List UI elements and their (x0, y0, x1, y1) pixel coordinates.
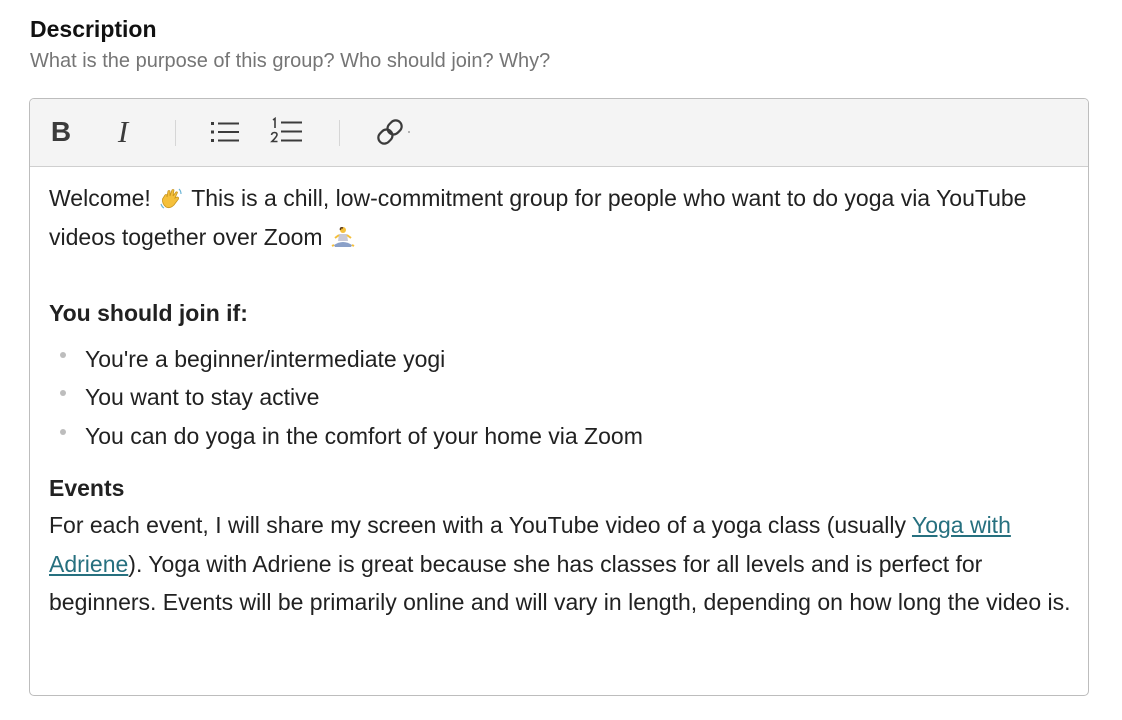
description-field-help: What is the purpose of this group? Who s… (30, 50, 551, 72)
link-icon (377, 119, 410, 145)
toolbar-divider (339, 120, 340, 146)
waving-hand-emoji (160, 188, 182, 209)
italic-icon: I (117, 114, 129, 149)
events-text-start: For each event, I will share my screen w… (49, 512, 906, 538)
events-paragraph: For each event, I will share my screen w… (49, 506, 1074, 622)
list-item-text: You want to stay active (85, 384, 320, 410)
editor-toolbar: B I (30, 99, 1088, 167)
join-heading: You should join if: (49, 300, 248, 326)
events-text-end: ). Yoga with Adriene is great because sh… (49, 550, 1071, 616)
numbered-list-button[interactable] (268, 113, 306, 151)
list-item-text: You're a beginner/intermediate yogi (85, 345, 446, 372)
editor-content[interactable]: Welcome! This is a chill, low-commitment… (49, 179, 1074, 622)
intro-greeting: Welcome! (49, 185, 151, 211)
list-item-text: You can do yoga in the comfort of your h… (85, 422, 643, 449)
link-button[interactable] (370, 113, 414, 151)
toolbar-divider (175, 120, 176, 146)
bullet-dot (60, 428, 66, 435)
person-in-lotus-position-emoji (331, 226, 355, 247)
bullet-list-icon (211, 122, 239, 142)
list-item: You can do yoga in the comfort of your h… (49, 417, 1074, 456)
bullet-dot (60, 390, 66, 396)
intro-text: This is a chill, low-commitment group fo… (49, 185, 1027, 250)
rich-text-editor[interactable]: B I Welcome! This is a chill, low-commit… (29, 98, 1089, 696)
description-field-title: Description (30, 16, 157, 42)
bold-button[interactable]: B (44, 113, 78, 151)
bullet-dot (60, 351, 66, 358)
list-item: You're a beginner/intermediate yogi (49, 340, 1074, 379)
bold-icon: B (50, 116, 72, 147)
join-list: You're a beginner/intermediate yogi You … (49, 340, 1074, 456)
intro-paragraph: Welcome! This is a chill, low-commitment… (49, 179, 1074, 256)
italic-button[interactable]: I (106, 113, 140, 151)
numbered-list-icon (270, 117, 302, 143)
events-heading: Events (49, 475, 125, 501)
bullet-list-button[interactable] (206, 113, 244, 151)
list-item: You want to stay active (49, 378, 1074, 417)
